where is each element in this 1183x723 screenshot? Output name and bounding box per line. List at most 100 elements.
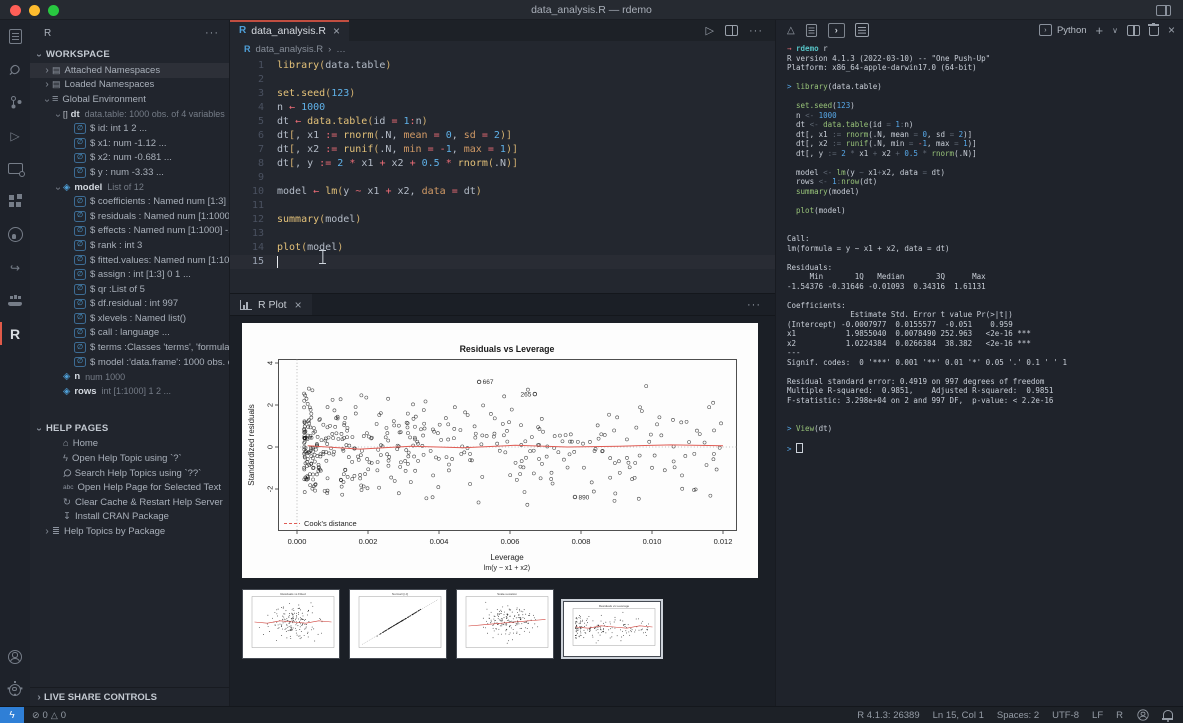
plot-thumbnail[interactable]: Scale-Location — [456, 589, 554, 659]
tree-item[interactable]: abcOpen Help Page for Selected Text — [30, 480, 229, 495]
tab-close-icon[interactable]: × — [333, 24, 340, 38]
tree-item[interactable]: ›◈modelList of 12 — [30, 180, 229, 195]
tree-item[interactable]: ∅$ terms :Classes 'terms', 'formula' l..… — [30, 340, 229, 355]
svg-text:0.002: 0.002 — [359, 537, 378, 546]
tree-item[interactable]: ∅$ assign : int [1:3] 0 1 ... — [30, 267, 229, 282]
sidebar-menu-icon[interactable]: ··· — [205, 27, 219, 39]
tree-item[interactable]: ∅$ xlevels : Named list() — [30, 311, 229, 326]
run-file-button[interactable]: ▷ — [706, 24, 714, 37]
breadcrumb[interactable]: R data_analysis.R › … — [230, 41, 775, 57]
tree-item[interactable]: ∅$ coefficients : Named num [1:3] -0... — [30, 194, 229, 209]
status-item[interactable]: Spaces: 2 — [997, 710, 1039, 721]
new-terminal-button[interactable]: + — [1096, 23, 1104, 38]
tree-item[interactable]: ◈nnum 1000 — [30, 369, 229, 384]
tree-item[interactable]: ∅$ qr :List of 5 — [30, 282, 229, 297]
plot-thumbnail[interactable]: Residuals vs Fitted — [242, 589, 340, 659]
tree-item[interactable]: ∅$ id: int 1 2 ... — [30, 121, 229, 136]
tree-item[interactable]: ↧Install CRAN Package — [30, 510, 229, 525]
tree-item[interactable]: ∅$ rank : int 3 — [30, 238, 229, 253]
tree-item[interactable]: ∅$ df.residual : int 997 — [30, 297, 229, 312]
shell-selector[interactable]: › Python — [1039, 24, 1087, 36]
plot-thumbnail[interactable]: Normal Q-Q — [349, 589, 447, 659]
status-item[interactable]: R 4.1.3: 26389 — [857, 710, 919, 721]
svg-text:Cook's distance: Cook's distance — [304, 519, 357, 528]
close-window-button[interactable] — [10, 5, 21, 16]
plot-tab-close-icon[interactable]: × — [295, 298, 302, 312]
ns-icon: ▤ — [52, 79, 61, 90]
r-plot-tab[interactable]: R Plot × — [230, 294, 312, 315]
r-icon[interactable]: R — [0, 317, 30, 350]
section-header[interactable]: ›HELP PAGES — [30, 420, 229, 437]
liveshare-icon[interactable]: ↪ — [0, 251, 30, 284]
tree-item[interactable]: ↻Clear Cache & Restart Help Server — [30, 495, 229, 510]
gear-icon[interactable] — [0, 673, 30, 706]
tree-item[interactable]: ›[ ]dtdata.table: 1000 obs. of 4 variabl… — [30, 107, 229, 122]
home-icon: ⌂ — [63, 438, 69, 449]
tree-item[interactable]: ∅$ y : num -3.33 ... — [30, 165, 229, 180]
remote-icon[interactable] — [0, 152, 30, 185]
plot-thumbnail[interactable]: Residuals vs Leverage — [563, 601, 661, 657]
github-icon[interactable] — [0, 218, 30, 251]
terminal-icon[interactable]: › — [828, 23, 845, 38]
tree-item[interactable]: ∅$ effects : Named num [1:1000] -1.... — [30, 224, 229, 239]
remote-indicator[interactable]: ϟ — [0, 707, 24, 723]
problems-status[interactable]: ⊘ 0 △ 0 — [32, 710, 66, 721]
tree-item[interactable]: ›▤Loaded Namespaces — [30, 78, 229, 93]
zap-icon: ϟ — [63, 453, 68, 464]
plot-more-actions[interactable]: ··· — [747, 299, 775, 311]
status-item[interactable]: UTF-8 — [1052, 710, 1079, 721]
output-icon[interactable] — [855, 23, 869, 37]
tree-item[interactable]: ∅$ call : language ... — [30, 326, 229, 341]
close-panel-icon[interactable]: × — [1168, 23, 1175, 37]
vscode-window: data_analysis.R — rdemo Ϙ▷↪R R ··· ›WORK… — [0, 0, 1183, 723]
tree-item[interactable]: ϘSearch Help Topics using `??` — [30, 466, 229, 481]
status-item[interactable]: LF — [1092, 710, 1103, 721]
account-icon[interactable] — [0, 640, 30, 673]
files-icon[interactable] — [0, 20, 30, 53]
tree-item[interactable]: ∅$ x1: num -1.12 ... — [30, 136, 229, 151]
r-file-icon: R — [239, 25, 246, 36]
plot-thumbnail-strip: Residuals vs Fitted Normal Q-QScale-Locat… — [242, 589, 661, 659]
live-share-controls-section[interactable]: › LIVE SHARE CONTROLS — [30, 687, 229, 706]
svg-text:-2: -2 — [266, 486, 275, 493]
search-icon[interactable]: Ϙ — [0, 53, 30, 86]
split-editor-icon[interactable] — [725, 25, 738, 36]
tree-item[interactable]: ›≡Global Environment — [30, 92, 229, 107]
tree-item[interactable]: ϟOpen Help Topic using `?` — [30, 451, 229, 466]
terminal-output[interactable]: → rdemo rR version 4.1.3 (2022-03-10) --… — [776, 40, 1183, 706]
tree-item[interactable]: ›▤Attached Namespaces — [30, 63, 229, 78]
tree-item[interactable]: ∅$ fitted.values: Named num [1:1000... — [30, 253, 229, 268]
tree-item[interactable]: ⌂Home — [30, 437, 229, 452]
tree-item[interactable]: ∅$ model :'data.frame': 1000 obs. of... — [30, 355, 229, 370]
svg-text:Residuals vs Fitted: Residuals vs Fitted — [280, 592, 306, 596]
tree-item[interactable]: ◈rowsint [1:1000] 1 2 ... — [30, 384, 229, 399]
cloud-icon: ↧ — [63, 511, 71, 522]
extensions-icon[interactable] — [0, 185, 30, 218]
problems-icon[interactable]: △ — [787, 25, 795, 36]
open-editors-icon[interactable] — [806, 24, 817, 37]
svg-text:265: 265 — [520, 391, 531, 398]
zoom-window-button[interactable] — [48, 5, 59, 16]
search-icon: Ϙ — [60, 467, 73, 480]
tab-data-analysis[interactable]: R data_analysis.R × — [230, 20, 349, 41]
tree-item[interactable]: ∅$ residuals : Named num [1:1000] -... — [30, 209, 229, 224]
status-item[interactable]: Ln 15, Col 1 — [933, 710, 984, 721]
status-item[interactable]: R — [1116, 710, 1123, 721]
debug-icon[interactable]: ▷ — [0, 119, 30, 152]
minimize-window-button[interactable] — [29, 5, 40, 16]
split-terminal-icon[interactable] — [1127, 25, 1140, 36]
tree-item[interactable]: ∅$ x2: num -0.681 ... — [30, 151, 229, 166]
section-header[interactable]: ›WORKSPACE — [30, 46, 229, 63]
tree-item[interactable]: ›≣Help Topics by Package — [30, 524, 229, 539]
terminal-panel: △ › › Python + ∨ × → rdemo rR version 4.… — [775, 20, 1183, 706]
layout-icon[interactable] — [1156, 5, 1171, 16]
kill-terminal-icon[interactable] — [1149, 27, 1159, 36]
docker-icon[interactable] — [0, 284, 30, 317]
chevron-down-icon[interactable]: ∨ — [1112, 26, 1118, 35]
fld-icon: ∅ — [74, 313, 86, 324]
svg-text:Standardized residuals: Standardized residuals — [247, 404, 256, 485]
source-control-icon[interactable] — [0, 86, 30, 119]
editor-more-actions[interactable]: ··· — [749, 25, 763, 37]
code-editor[interactable]: 123456789101112131415 library(data.table… — [230, 57, 775, 293]
sidebar-title: R — [44, 28, 51, 39]
